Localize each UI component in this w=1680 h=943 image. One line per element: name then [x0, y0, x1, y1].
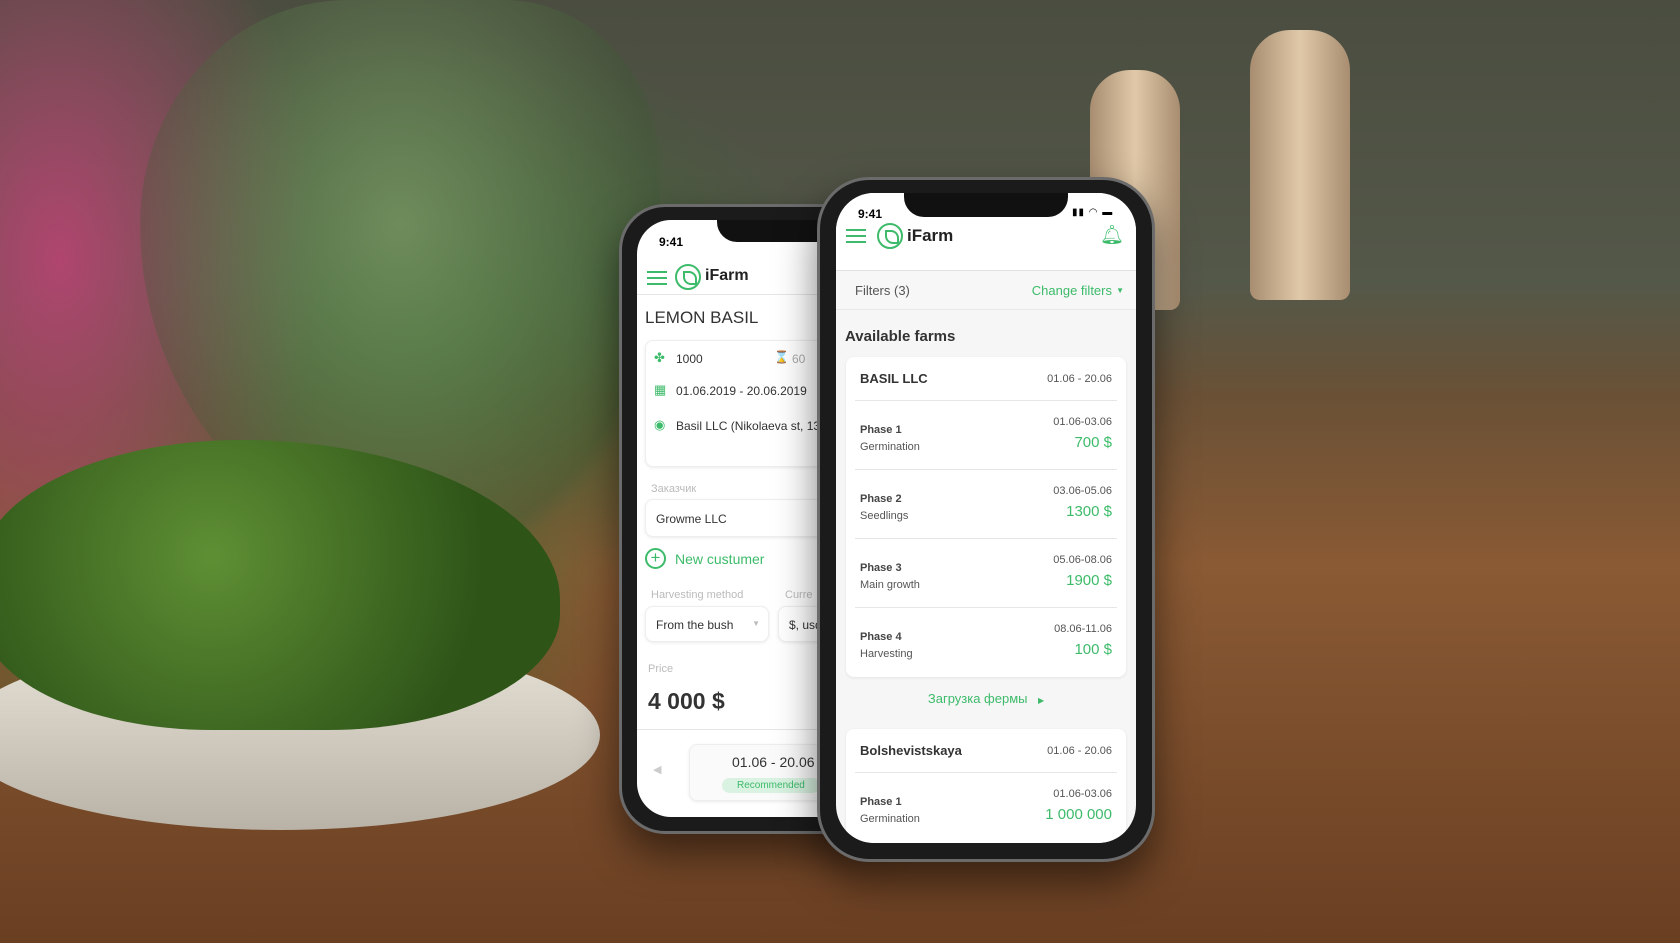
page-title: LEMON BASIL [645, 308, 759, 327]
brand-name: iFarm [705, 267, 749, 284]
farm-card[interactable]: BASIL LLC 01.06 - 20.06 Phase 1 Germinat… [846, 357, 1126, 677]
menu-icon[interactable] [846, 229, 866, 243]
price-value: 4 000 $ [648, 688, 725, 714]
chevron-left-icon[interactable]: ◀ [653, 763, 661, 776]
change-filters-button[interactable]: Change filters [1032, 283, 1112, 298]
phase-row[interactable]: Phase 2 Seedlings 03.06-05.06 1300 $ [855, 469, 1117, 538]
farm-card[interactable]: Bolshevistskaya 01.06 - 20.06 Phase 1 Ge… [846, 729, 1126, 843]
price-label: Price [648, 663, 674, 675]
location: Basil LLC (Nikolaeva st, 13 [676, 419, 821, 433]
logo-icon [675, 264, 701, 290]
menu-icon[interactable] [647, 271, 667, 285]
calendar-icon: ▦ [654, 382, 667, 397]
front-phone: 9:41 ▮▮ ◠ ▬ iFarm 🔔︎ Filters (3) Change … [817, 177, 1155, 862]
section-title: Available farms [845, 328, 956, 345]
new-customer-link[interactable]: New custumer [675, 551, 764, 567]
status-time: 9:41 [858, 207, 883, 221]
currency-label: Curre [785, 589, 813, 601]
weight: 60 [792, 352, 806, 366]
status-time: 9:41 [659, 235, 684, 249]
dates: 01.06.2019 - 20.06.2019 [676, 384, 807, 398]
weight-icon: ⌛ [774, 350, 789, 364]
quantity: 1000 [676, 352, 703, 366]
farm-name: BASIL LLC [860, 371, 928, 386]
salt-mill [1250, 30, 1350, 300]
farm-name: Bolshevistskaya [860, 743, 962, 758]
brand-name: iFarm [907, 226, 954, 245]
customer-label: Заказчик [651, 483, 697, 495]
plus-circle-icon[interactable]: + [645, 548, 666, 569]
harvest-select[interactable]: From the bush ▼ [645, 606, 769, 642]
harvest-label: Harvesting method [651, 589, 744, 601]
recommended-badge: Recommended [722, 778, 820, 793]
farm-dates: 01.06 - 20.06 [1047, 745, 1112, 757]
chevron-down-icon: ▼ [752, 619, 760, 628]
plant-icon: ✤ [654, 350, 665, 365]
location-icon: ◉ [654, 417, 666, 432]
load-farm-link[interactable]: Загрузка фермы ▶ [836, 690, 1136, 708]
phase-row[interactable]: Phase 4 Harvesting 08.06-11.06 100 $ [855, 607, 1117, 676]
logo-icon [877, 223, 903, 249]
phase-row[interactable]: Phase 3 Main growth 05.06-08.06 1900 $ [855, 538, 1117, 607]
front-screen: 9:41 ▮▮ ◠ ▬ iFarm 🔔︎ Filters (3) Change … [836, 193, 1136, 843]
filters-count: Filters (3) [855, 283, 910, 298]
caret-down-icon: ▼ [1116, 286, 1124, 295]
filters-bar: Filters (3) Change filters ▼ [836, 270, 1136, 310]
bell-icon[interactable]: 🔔︎ [1100, 223, 1124, 247]
play-arrow-icon: ▶ [1037, 696, 1045, 705]
farm-dates: 01.06 - 20.06 [1047, 373, 1112, 385]
phase-row[interactable]: Phase 1 Germination 01.06-03.06 700 $ [855, 400, 1117, 469]
signal-wifi-battery-icon: ▮▮ ◠ ▬ [1072, 207, 1114, 218]
phase-row[interactable]: Phase 1 Germination 01.06-03.06 1 000 00… [855, 772, 1117, 841]
